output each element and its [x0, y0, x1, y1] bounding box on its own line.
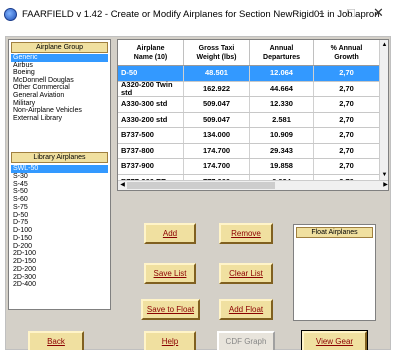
library-airplane-item[interactable]: S-30 — [11, 173, 108, 181]
library-airplane-item[interactable]: D-50 — [11, 212, 108, 220]
airplane-group-item[interactable]: Military — [11, 100, 108, 108]
view-gear-button[interactable]: View Gear — [302, 331, 367, 350]
airplane-group-item[interactable]: Airbus — [11, 62, 108, 70]
library-airplane-item[interactable]: S-45 — [11, 181, 108, 189]
column-header-name: Airplane Name (10) — [118, 40, 184, 65]
cell-annual-growth[interactable]: 2,70 — [314, 97, 380, 112]
library-airplane-item[interactable]: S-60 — [11, 196, 108, 204]
cell-annual-growth[interactable]: 2,70 — [314, 81, 380, 96]
horizontal-scroll-thumb[interactable] — [127, 182, 275, 189]
cell-annual-growth[interactable]: 2,70 — [314, 66, 380, 81]
table-row[interactable]: B737-800 174.700 29.343 2,70 — [118, 143, 380, 159]
cell-airplane-name[interactable]: B737-900 — [118, 159, 184, 174]
cell-annual-departures[interactable]: 10.909 — [250, 128, 314, 143]
cell-gross-weight[interactable]: 48.501 — [184, 66, 250, 81]
cell-gross-weight[interactable]: 162.922 — [184, 81, 250, 96]
cell-annual-departures[interactable]: 29.343 — [250, 143, 314, 158]
column-header-growth: % Annual Growth — [314, 40, 380, 65]
float-airplanes-header: Float Airplanes — [296, 227, 373, 238]
table-row[interactable]: A330-300 std 509.047 12.330 2,70 — [118, 97, 380, 113]
app-icon — [4, 8, 17, 21]
airplane-group-item[interactable]: Boeing — [11, 69, 108, 77]
cell-annual-growth[interactable]: 2,70 — [314, 112, 380, 127]
library-airplane-item[interactable]: 2D-300 — [11, 274, 108, 282]
cell-airplane-name[interactable]: A320-200 Twin std — [118, 80, 184, 96]
airplane-group-header: Airplane Group — [11, 42, 108, 53]
library-airplane-item[interactable]: D-200 — [11, 243, 108, 251]
airplane-group-list[interactable]: Generic Airbus Boeing McDonnell Douglas Othe… — [11, 54, 108, 122]
scroll-up-arrow-icon[interactable]: ▲ — [380, 41, 388, 50]
close-button[interactable]: ✕ — [373, 6, 384, 22]
cell-annual-departures[interactable]: 2.581 — [250, 112, 314, 127]
cell-gross-weight[interactable]: 174.700 — [184, 143, 250, 158]
maximize-button[interactable]: ☐ — [346, 6, 356, 22]
float-airplanes-panel[interactable]: Float Airplanes — [293, 224, 376, 321]
scroll-right-arrow-icon[interactable]: ▶ — [381, 181, 388, 190]
airplane-group-item[interactable]: General Aviation — [11, 92, 108, 100]
column-header-departures: Annual Departures — [250, 40, 314, 65]
airplane-selection-panel: Airplane Group Generic Airbus Boeing McDonn… — [8, 39, 111, 310]
table-vertical-scrollbar[interactable]: ▲ ▼ — [379, 40, 388, 181]
library-airplane-item[interactable]: 2D-400 — [11, 281, 108, 289]
cell-airplane-name[interactable]: A330-300 std — [118, 97, 184, 112]
scroll-down-arrow-icon[interactable]: ▼ — [380, 171, 388, 180]
library-airplane-item[interactable]: D-150 — [11, 235, 108, 243]
airplane-group-item[interactable]: Other Commercial — [11, 84, 108, 92]
cell-annual-growth[interactable]: 2,70 — [314, 159, 380, 174]
table-horizontal-scrollbar[interactable]: ◀ ▶ — [118, 180, 388, 190]
cell-airplane-name[interactable]: D-50 — [118, 66, 184, 81]
cell-gross-weight[interactable]: 174.700 — [184, 159, 250, 174]
cell-gross-weight[interactable]: 509.047 — [184, 97, 250, 112]
table-row[interactable]: A320-200 Twin std 162.922 44.664 2,70 — [118, 80, 380, 97]
minimize-button[interactable]: – — [318, 6, 325, 22]
airplane-group-item[interactable]: Generic — [11, 54, 108, 62]
table-body[interactable]: D-50 48.501 12.064 2,70 A320-200 Twin std 162… — [118, 66, 380, 190]
cdf-graph-button[interactable]: CDF Graph — [217, 331, 275, 350]
scroll-left-arrow-icon[interactable]: ◀ — [118, 181, 127, 190]
table-header: Airplane Name (10) Gross Taxi Weight (lbs)… — [118, 40, 380, 66]
library-airplane-item[interactable]: SWL-50 — [11, 165, 108, 173]
library-airplanes-header: Library Airplanes — [11, 152, 108, 163]
cell-annual-growth[interactable]: 2,70 — [314, 143, 380, 158]
cell-annual-departures[interactable]: 12.330 — [250, 97, 314, 112]
save-list-button[interactable]: Save List — [144, 263, 196, 284]
library-airplane-item[interactable]: D-100 — [11, 227, 108, 235]
cell-annual-departures[interactable]: 12.064 — [250, 66, 314, 81]
cell-gross-weight[interactable]: 134.000 — [184, 128, 250, 143]
library-airplane-item[interactable]: D-75 — [11, 219, 108, 227]
window-title: FAARFIELD v 1.42 - Create or Modify Airp… — [22, 9, 380, 20]
title-bar: FAARFIELD v 1.42 - Create or Modify Airp… — [0, 0, 394, 30]
library-airplane-item[interactable]: S-75 — [11, 204, 108, 212]
cell-annual-departures[interactable]: 44.664 — [250, 81, 314, 96]
clear-list-button[interactable]: Clear List — [219, 263, 273, 284]
cell-annual-growth[interactable]: 2,70 — [314, 128, 380, 143]
table-row[interactable]: A330-200 std 509.047 2.581 2,70 — [118, 112, 380, 128]
library-airplane-item[interactable]: 2D-100 — [11, 250, 108, 258]
remove-button[interactable]: Remove — [219, 223, 273, 244]
cell-gross-weight[interactable]: 509.047 — [184, 112, 250, 127]
add-float-button[interactable]: Add Float — [219, 299, 273, 320]
airplane-group-item[interactable]: McDonnell Douglas — [11, 77, 108, 85]
client-area: Airplane Group Generic Airbus Boeing McDonn… — [5, 36, 391, 350]
library-airplanes-list[interactable]: SWL-50 S-30 S-45 S-50 S-60 S-75 D-50 D-75 D-100 D… — [11, 165, 108, 289]
cell-airplane-name[interactable]: B737-500 — [118, 128, 184, 143]
column-header-weight: Gross Taxi Weight (lbs) — [184, 40, 250, 65]
cell-airplane-name[interactable]: B737-800 — [118, 143, 184, 158]
cell-airplane-name[interactable]: A330-200 std — [118, 112, 184, 127]
table-row[interactable]: B737-500 134.000 10.909 2,70 — [118, 128, 380, 144]
library-airplane-item[interactable]: 2D-200 — [11, 266, 108, 274]
help-button[interactable]: Help — [144, 331, 196, 350]
table-row[interactable]: B737-900 174.700 19.858 2,70 — [118, 159, 380, 175]
library-airplane-item[interactable]: 2D-150 — [11, 258, 108, 266]
back-button[interactable]: Back — [28, 331, 84, 350]
cell-annual-departures[interactable]: 19.858 — [250, 159, 314, 174]
airplane-table[interactable]: Airplane Name (10) Gross Taxi Weight (lbs)… — [117, 39, 389, 191]
library-airplane-item[interactable]: S-50 — [11, 188, 108, 196]
airplane-group-item[interactable]: External Library — [11, 115, 108, 123]
add-button[interactable]: Add — [144, 223, 196, 244]
save-to-float-button[interactable]: Save to Float — [141, 299, 200, 320]
airplane-group-item[interactable]: Non-Airplane Vehicles — [11, 107, 108, 115]
